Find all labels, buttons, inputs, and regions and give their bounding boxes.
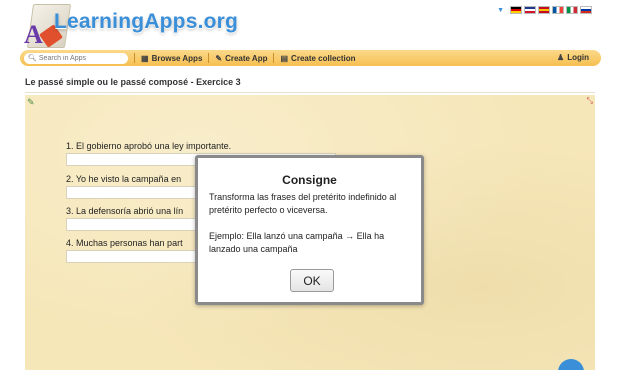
language-selector[interactable]: ▼	[497, 6, 592, 14]
grid-icon: ▦	[141, 53, 149, 63]
question-4: 4. Muchas personas han part	[66, 238, 183, 248]
nav-bar: 🔍︎ ▦ Browse Apps ✎ Create App ▤ Create c…	[20, 50, 601, 66]
flag-it-icon[interactable]	[566, 6, 578, 14]
logo[interactable]: A LearningApps.org	[20, 2, 238, 50]
user-icon: ♟	[557, 53, 565, 62]
browse-apps-link[interactable]: ▦ Browse Apps	[141, 54, 202, 63]
dialog-body: Transforma las frases del pretérito inde…	[209, 191, 413, 269]
flag-fr-icon[interactable]	[552, 6, 564, 14]
flag-es-icon[interactable]	[538, 6, 550, 14]
question-1: 1. El gobierno aprobó una ley importante…	[66, 141, 232, 151]
question-3: 3. La defensoría abrió una lín	[66, 206, 184, 216]
login-link[interactable]: ♟ Login	[557, 53, 589, 62]
edit-icon[interactable]: ✎	[27, 97, 37, 107]
search-icon: 🔍︎	[28, 55, 37, 62]
dialog-title: Consigne	[282, 173, 337, 187]
fullscreen-icon[interactable]: ⤡	[587, 96, 593, 106]
instructions-dialog: Consigne Transforma las frases del preté…	[195, 155, 424, 305]
question-2: 2. Yo he visto la campaña en	[66, 174, 182, 184]
dialog-instruction: Transforma las frases del pretérito inde…	[209, 192, 397, 215]
browse-apps-label: Browse Apps	[151, 53, 203, 63]
collection-icon: ▤	[280, 53, 289, 63]
flag-en-icon[interactable]	[524, 6, 536, 14]
dialog-example: Ejemplo: Ella lanzó una campaña → Ella h…	[209, 231, 385, 254]
create-collection-label: Create collection	[291, 53, 356, 63]
create-collection-link[interactable]: ▤ Create collection	[280, 54, 355, 63]
ok-button[interactable]: OK	[290, 269, 334, 292]
nav-divider	[134, 53, 135, 63]
nav-divider	[273, 53, 275, 63]
search-box[interactable]: 🔍︎	[24, 52, 128, 64]
create-app-link[interactable]: ✎ Create App	[215, 54, 267, 63]
pencil-icon: ✎	[215, 53, 223, 63]
page-title: Le passé simple ou le passé composé - Ex…	[25, 77, 241, 87]
dropdown-arrow-icon[interactable]: ▼	[497, 7, 504, 14]
create-app-label: Create App	[225, 53, 268, 63]
search-input[interactable]	[38, 54, 125, 62]
page: A LearningApps.org ▼ 🔍︎ ▦ Browse Apps ✎ …	[0, 0, 620, 370]
logo-text: LearningApps.org	[54, 10, 239, 33]
flag-de-icon[interactable]	[510, 6, 522, 14]
title-divider	[25, 92, 595, 93]
login-label: Login	[567, 53, 589, 62]
flag-ru-icon[interactable]	[580, 6, 592, 14]
nav-divider	[208, 53, 210, 63]
